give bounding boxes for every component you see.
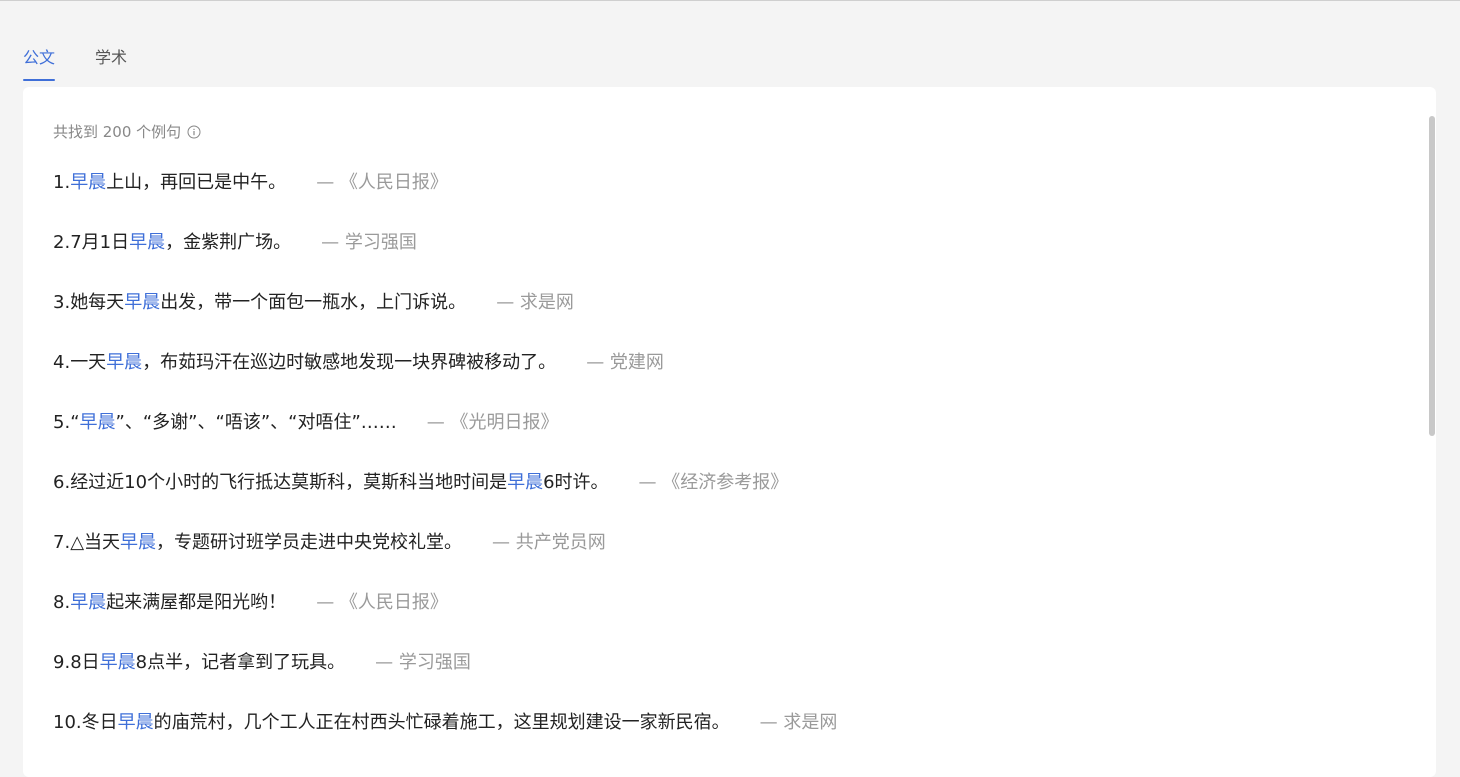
sentence-item: 8.早晨起来满屋都是阳光哟！ — 《人民日报》 — [53, 589, 1383, 649]
sentence-number: 4. — [53, 352, 71, 373]
sentence-text-after: ，金紫荆广场。 — [165, 232, 292, 253]
sentence-text-after: 8点半，记者拿到了玩具。 — [135, 652, 346, 673]
sentence-item: 2.7月1日早晨，金紫荆广场。 — 学习强国 — [53, 229, 1383, 289]
sentence-keyword: 早晨 — [120, 532, 157, 553]
sentence-text-after: ，专题研讨班学员走进中央党校礼堂。 — [156, 532, 463, 553]
sentence-text-after: 的庙荒村，几个工人正在村西头忙碌着施工，这里规划建设一家新民宿。 — [153, 712, 730, 733]
results-count-text: 共找到 200 个例句 — [53, 123, 182, 141]
sentence-text-after: ，布茹玛汗在巡边时敏感地发现一块界碑被移动了。 — [142, 352, 557, 373]
scrollbar-thumb[interactable] — [1429, 116, 1435, 436]
sentence-keyword: 早晨 — [99, 652, 136, 673]
tab-gongwen[interactable]: 公文 — [23, 46, 56, 82]
tab-xueshu[interactable]: 学术 — [95, 46, 127, 82]
sentence-item: 4.一天早晨，布茹玛汗在巡边时敏感地发现一块界碑被移动了。 — 党建网 — [53, 349, 1383, 409]
sentence-number: 7. — [53, 532, 71, 553]
sentence-source-link[interactable]: — 《人民日报》 — [316, 172, 448, 193]
results-panel: 共找到 200 个例句 1.早晨上山，再回已是中午。 — 《人民日报》 2.7月1… — [23, 87, 1436, 777]
sentence-source-link[interactable]: — 党建网 — [586, 352, 664, 373]
sentence-text-before: 冬日 — [81, 712, 118, 733]
sentence-text-before: △当天 — [70, 532, 121, 553]
sentence-text-before: 8日 — [70, 652, 100, 673]
results-summary: 共找到 200 个例句 — [53, 121, 201, 143]
sentence-source-link[interactable]: — 求是网 — [760, 712, 838, 733]
sentence-number: 2. — [53, 232, 71, 253]
sentence-source-link[interactable]: — 学习强国 — [321, 232, 417, 253]
sentence-item: 7.△当天早晨，专题研讨班学员走进中央党校礼堂。 — 共产党员网 — [53, 529, 1383, 589]
sentence-item: 1.早晨上山，再回已是中午。 — 《人民日报》 — [53, 169, 1383, 229]
sentence-source-link[interactable]: — 求是网 — [496, 292, 574, 313]
sentence-item: 9.8日早晨8点半，记者拿到了玩具。 — 学习强国 — [53, 649, 1383, 709]
sentence-item: 5.“早晨”、“多谢”、“唔该”、“对唔住”…… — 《光明日报》 — [53, 409, 1383, 469]
sentence-source-link[interactable]: — 《光明日报》 — [427, 412, 559, 433]
top-divider — [0, 0, 1460, 1]
sentence-keyword: 早晨 — [70, 592, 107, 613]
sentence-text-after: 6时许。 — [543, 472, 609, 493]
sentence-source-link[interactable]: — 学习强国 — [375, 652, 471, 673]
sentence-number: 9. — [53, 652, 71, 673]
sentence-keyword: 早晨 — [129, 232, 166, 253]
sentence-text-after: 起来满屋都是阳光哟！ — [106, 592, 287, 613]
info-icon[interactable] — [187, 125, 201, 139]
sentence-source-link[interactable]: — 《人民日报》 — [316, 592, 448, 613]
sentence-text-after: 出发，带一个面包一瓶水，上门诉说。 — [160, 292, 467, 313]
sentence-text-before: “ — [70, 412, 80, 433]
sentence-number: 8. — [53, 592, 71, 613]
tab-bar: 公文 学术 — [23, 46, 127, 82]
sentence-text-before: 她每天 — [70, 292, 125, 313]
sentence-number: 6. — [53, 472, 71, 493]
sentence-source-link[interactable]: — 《经济参考报》 — [639, 472, 789, 493]
sentence-keyword: 早晨 — [507, 472, 544, 493]
sentence-keyword: 早晨 — [70, 172, 107, 193]
sentence-keyword: 早晨 — [117, 712, 154, 733]
sentence-text-before: 一天 — [70, 352, 107, 373]
sentence-number: 3. — [53, 292, 71, 313]
sentence-text-after: 上山，再回已是中午。 — [106, 172, 287, 193]
sentence-item: 3.她每天早晨出发，带一个面包一瓶水，上门诉说。 — 求是网 — [53, 289, 1383, 349]
sentence-text-before: 经过近10个小时的飞行抵达莫斯科，莫斯科当地时间是 — [70, 472, 508, 493]
sentence-number: 10. — [53, 712, 82, 733]
sentence-text-before: 7月1日 — [70, 232, 130, 253]
sentence-keyword: 早晨 — [79, 412, 116, 433]
sentence-keyword: 早晨 — [124, 292, 161, 313]
sentence-item: 6.经过近10个小时的飞行抵达莫斯科，莫斯科当地时间是早晨6时许。 — 《经济参考… — [53, 469, 1383, 529]
sentence-item: 10.冬日早晨的庙荒村，几个工人正在村西头忙碌着施工，这里规划建设一家新民宿。 —… — [53, 709, 1383, 769]
sentence-number: 5. — [53, 412, 71, 433]
sentence-list: 1.早晨上山，再回已是中午。 — 《人民日报》 2.7月1日早晨，金紫荆广场。 — … — [53, 169, 1383, 769]
sentence-source-link[interactable]: — 共产党员网 — [492, 532, 606, 553]
sentence-number: 1. — [53, 172, 71, 193]
sentence-keyword: 早晨 — [106, 352, 143, 373]
sentence-text-after: ”、“多谢”、“唔该”、“对唔住”…… — [115, 412, 397, 433]
